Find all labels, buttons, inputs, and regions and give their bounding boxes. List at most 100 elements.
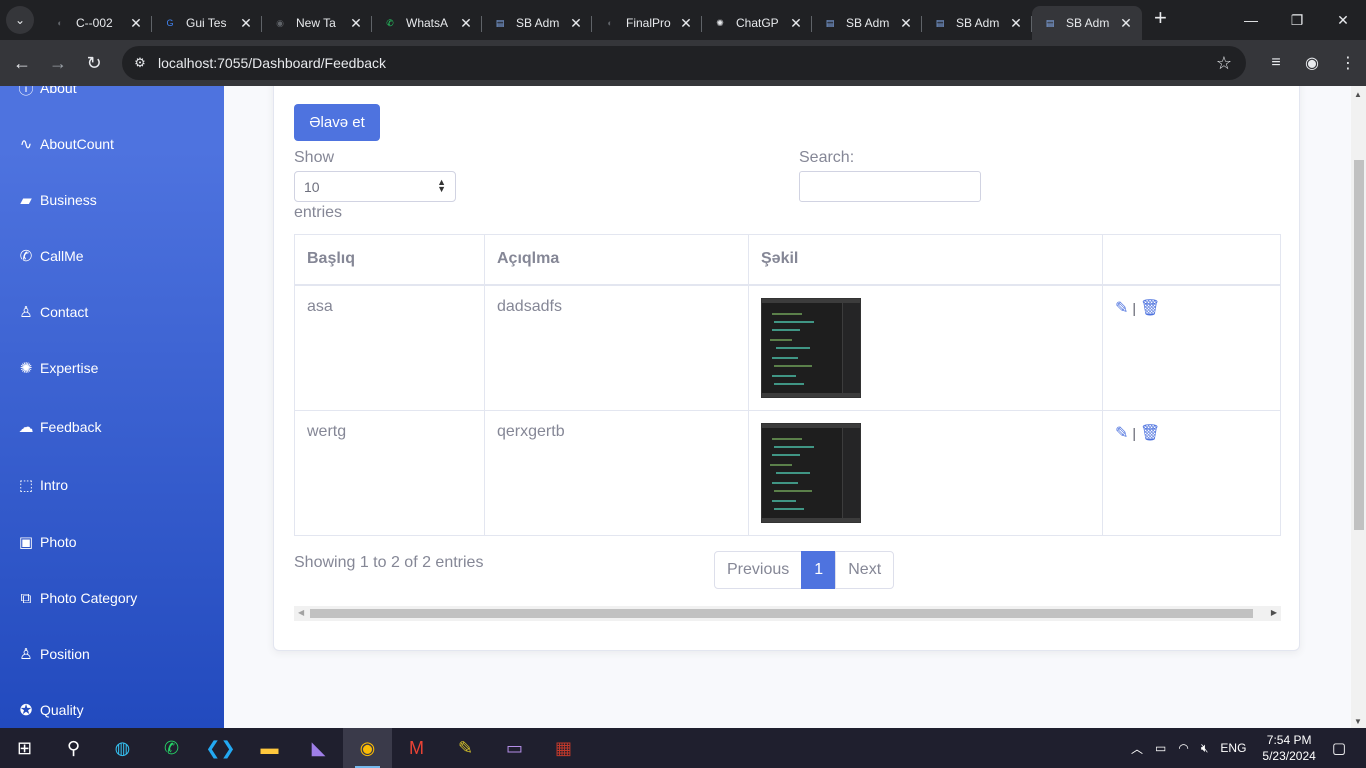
sidebar-item-contact[interactable]: ♙ Contact <box>16 302 88 322</box>
whatsapp-icon[interactable]: ✆ <box>147 728 196 768</box>
chrome-icon[interactable]: ◉ <box>343 728 392 768</box>
tab-close-icon[interactable]: ✕ <box>128 15 144 32</box>
back-arrow-icon[interactable]: ← <box>4 45 40 81</box>
terminal-app-icon[interactable]: ▭ <box>490 728 539 768</box>
trash-icon[interactable]: 🗑︎ <box>1140 423 1160 443</box>
page-size-select[interactable]: 10 ▲ ▼ <box>294 171 456 202</box>
tab-favicon-icon: ✺ <box>716 17 724 28</box>
tab-close-icon[interactable]: ✕ <box>678 15 694 32</box>
browser-tab[interactable]: ✆ WhatsA ✕ <box>372 6 482 40</box>
bookmark-star-icon[interactable]: ☆ <box>1216 53 1232 74</box>
browser-tab[interactable]: ▤ SB Adm ✕ <box>482 6 592 40</box>
tab-close-icon[interactable]: ✕ <box>898 15 914 32</box>
sidebar-item-feedback[interactable]: ☁ Feedback <box>16 417 102 437</box>
add-button[interactable]: Əlavə et <box>294 104 380 141</box>
clock[interactable]: 7:54 PM 5/23/2024 <box>1262 732 1315 764</box>
scroll-left-icon[interactable]: ◀ <box>298 608 304 617</box>
column-header-title[interactable]: Başlıq <box>294 234 485 286</box>
scroll-right-icon[interactable]: ▶ <box>1271 608 1277 617</box>
profile-avatar-icon[interactable]: ◉ <box>1294 45 1330 81</box>
forward-arrow-icon[interactable]: → <box>40 45 76 81</box>
vertical-scrollbar[interactable]: ▲ ▼ <box>1351 86 1366 728</box>
battery-icon[interactable]: ▭ <box>1155 741 1166 755</box>
tab-favicon-icon: G <box>166 18 174 28</box>
address-bar[interactable]: ⚙ localhost:7055/Dashboard/Feedback ☆ <box>122 46 1246 80</box>
feedback-image[interactable] <box>761 297 861 398</box>
sidebar-item-aboutcount[interactable]: ∿ AboutCount <box>16 134 114 154</box>
search-icon[interactable]: ⚲ <box>49 728 98 768</box>
sidebar-item-photo-category[interactable]: ⧉ Photo Category <box>16 588 138 608</box>
browser-toolbar: ← → ↻ ⚙ localhost:7055/Dashboard/Feedbac… <box>0 40 1366 86</box>
vertical-scroll-thumb[interactable] <box>1354 160 1364 530</box>
tab-close-icon[interactable]: ✕ <box>788 15 804 32</box>
volume-muted-icon[interactable]: 🔇︎ <box>1201 741 1209 756</box>
column-header-description[interactable]: Açıqlma <box>484 234 749 286</box>
browser-tab[interactable]: G Gui Tes ✕ <box>152 6 262 40</box>
tool-app-icon[interactable]: ✎ <box>441 728 490 768</box>
sidebar-item-photo[interactable]: ▣ Photo <box>16 532 77 552</box>
visual-studio-icon[interactable]: ◣ <box>294 728 343 768</box>
file-explorer-icon[interactable]: ▬ <box>245 728 294 768</box>
sidebar-item-callme[interactable]: ✆ CallMe <box>16 246 84 266</box>
feedback-card: Əlavə et Show 10 ▲ ▼ entries Search: Başl… <box>273 86 1300 651</box>
horizontal-scroll-thumb[interactable] <box>310 609 1253 618</box>
horizontal-scrollbar[interactable]: ◀ ▶ <box>294 606 1281 621</box>
browser-tab[interactable]: ◉ New Ta ✕ <box>262 6 372 40</box>
browser-tab[interactable]: ◐ C--002 ✕ <box>42 6 152 40</box>
winrar-icon[interactable]: ▦ <box>539 728 588 768</box>
tab-close-icon[interactable]: ✕ <box>1118 15 1134 32</box>
scroll-down-icon[interactable]: ▼ <box>1354 717 1362 726</box>
windows-start-icon[interactable]: ⊞ <box>0 728 49 768</box>
sidebar-item-about[interactable]: ⓘ About <box>16 86 76 98</box>
column-header-actions[interactable] <box>1102 234 1281 286</box>
phone-icon: ✆ <box>19 248 33 265</box>
notification-icon[interactable]: ▢ <box>1332 739 1346 757</box>
sidebar-item-quality[interactable]: ✪ Quality <box>16 700 84 720</box>
new-tab-button[interactable]: + <box>1154 5 1167 31</box>
reload-icon[interactable]: ↻ <box>76 45 112 81</box>
info-icon: ⓘ <box>18 86 34 98</box>
tab-close-icon[interactable]: ✕ <box>1008 15 1024 32</box>
sidebar-item-business[interactable]: ▰ Business <box>16 190 97 210</box>
browser-tab[interactable]: ✺ ChatGP ✕ <box>702 6 812 40</box>
tab-search-button[interactable]: ⌄ <box>6 6 34 34</box>
trash-icon[interactable]: 🗑︎ <box>1140 298 1160 318</box>
search-input[interactable] <box>799 171 981 202</box>
tab-close-icon[interactable]: ✕ <box>458 15 474 32</box>
row-actions: ✎ | 🗑︎ <box>1115 298 1268 318</box>
edge-icon[interactable]: ◍ <box>98 728 147 768</box>
page-1-button[interactable]: 1 <box>801 551 837 589</box>
browser-tab[interactable]: ▤ SB Adm ✕ <box>922 6 1032 40</box>
sidebar-item-intro[interactable]: ⬚ Intro <box>16 475 68 495</box>
feedback-image[interactable] <box>761 422 861 523</box>
browser-tab[interactable]: ◐ FinalPro ✕ <box>592 6 702 40</box>
wifi-icon[interactable]: ◠ <box>1178 741 1188 755</box>
tab-close-icon[interactable]: ✕ <box>348 15 364 32</box>
vscode-icon[interactable]: ❮❯ <box>196 728 245 768</box>
restore-icon[interactable]: ❐ <box>1274 0 1320 40</box>
media-controls-icon[interactable]: ≡ <box>1258 45 1294 81</box>
next-button[interactable]: Next <box>835 551 895 589</box>
close-window-icon[interactable]: ✕ <box>1320 0 1366 40</box>
sidebar-item-expertise[interactable]: ✺ Expertise <box>16 358 99 378</box>
menu-kebab-icon[interactable]: ⋮ <box>1330 45 1366 81</box>
scroll-up-icon[interactable]: ▲ <box>1354 90 1362 99</box>
system-tray: ︿ ▭ ◠ 🔇︎ ENG 7:54 PM 5/23/2024 ▢ <box>1125 728 1366 768</box>
minimize-icon[interactable]: — <box>1228 0 1274 40</box>
site-info-icon[interactable]: ⚙ <box>126 49 154 77</box>
column-header-image[interactable]: Şəkil <box>748 234 1103 286</box>
cell-title: asa <box>294 284 485 411</box>
browser-tab[interactable]: ▤ SB Adm ✕ <box>812 6 922 40</box>
tab-title: New Ta <box>296 16 336 30</box>
chevron-up-icon[interactable]: ︿ <box>1131 740 1143 757</box>
sidebar-item-position[interactable]: ♙ Position <box>16 644 90 664</box>
edit-icon[interactable]: ✎ <box>1115 298 1128 318</box>
language-indicator[interactable]: ENG <box>1220 741 1246 755</box>
tab-close-icon[interactable]: ✕ <box>568 15 584 32</box>
sidebar-item-label: CallMe <box>40 248 84 264</box>
gmail-icon[interactable]: M <box>392 728 441 768</box>
browser-tab[interactable]: ▤ SB Adm ✕ <box>1032 6 1142 40</box>
edit-icon[interactable]: ✎ <box>1115 423 1128 443</box>
previous-button[interactable]: Previous <box>714 551 803 589</box>
tab-close-icon[interactable]: ✕ <box>238 15 254 32</box>
